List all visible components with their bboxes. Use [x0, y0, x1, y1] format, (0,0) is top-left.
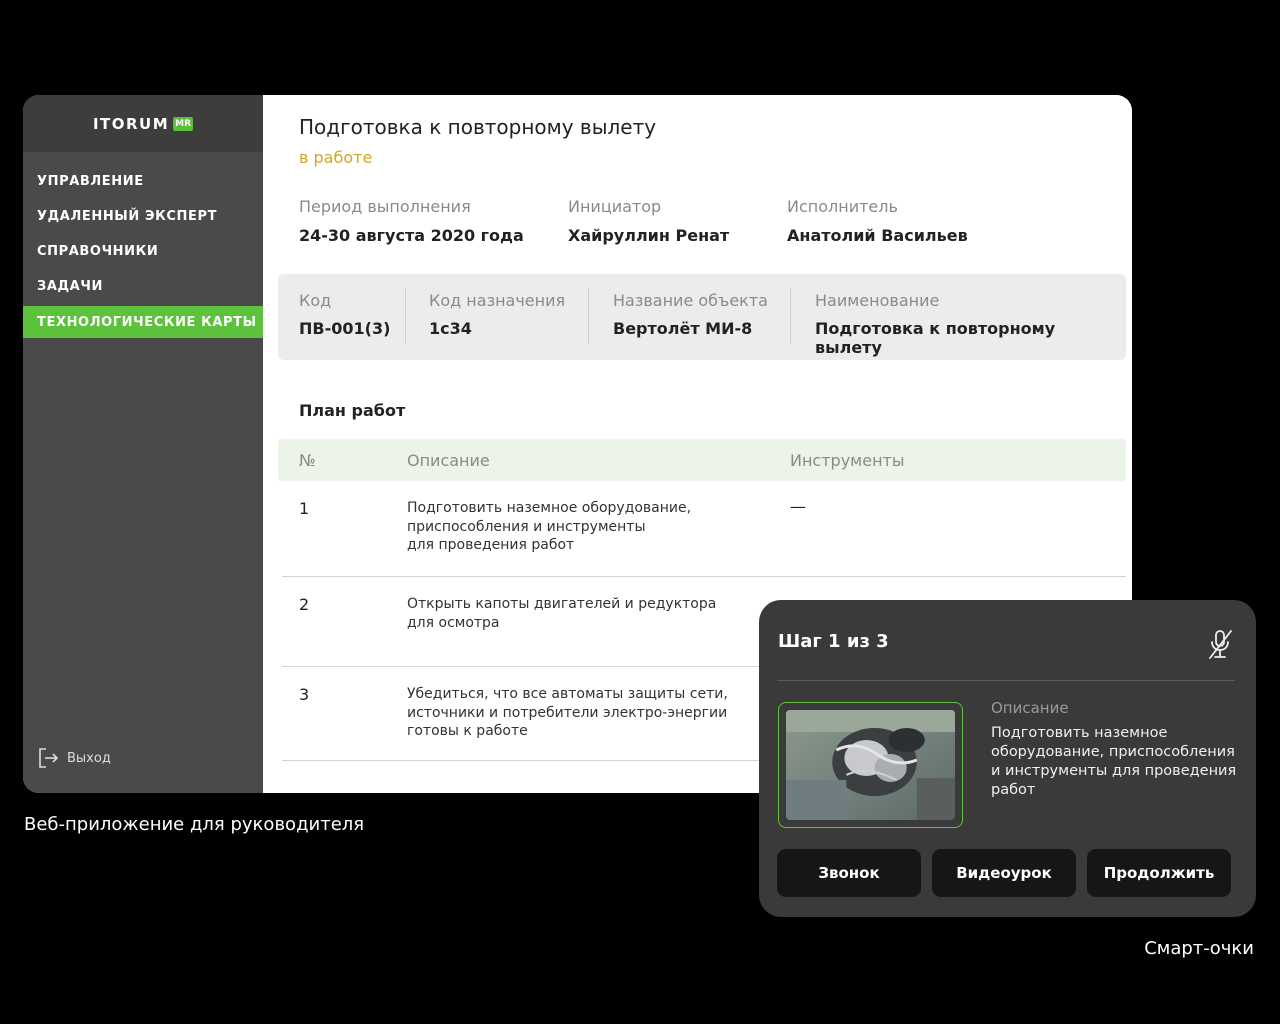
page-title: Подготовка к повторному вылету	[299, 115, 657, 139]
row-desc: Убедиться, что все автоматы защиты сети,…	[407, 686, 728, 739]
initiator-block: Инициатор Хайруллин Ренат	[568, 197, 729, 245]
executor-label: Исполнитель	[787, 197, 898, 216]
initiator-value: Хайруллин Ренат	[568, 226, 730, 245]
sidebar: ITORUM MR УПРАВЛЕНИЕ УДАЛЕННЫЙ ЭКСПЕРТ С…	[23, 95, 263, 793]
codes-panel: Код ПВ-001(3) Код назначения 1с34 Назван…	[278, 274, 1126, 360]
code-cell: Код ПВ-001(3)	[299, 291, 390, 338]
sidebar-item-directories[interactable]: СПРАВОЧНИКИ	[23, 236, 263, 268]
row-tools: —	[790, 497, 806, 516]
sidebar-nav: УПРАВЛЕНИЕ УДАЛЕННЫЙ ЭКСПЕРТ СПРАВОЧНИКИ…	[23, 152, 263, 339]
web-app-caption: Веб-приложение для руководителя	[24, 814, 365, 835]
video-lesson-button[interactable]: Видеоурок	[932, 849, 1076, 897]
description-text: Подготовить наземное оборудование, присп…	[991, 725, 1237, 798]
status-badge: в работе	[299, 148, 373, 167]
header-tools: Инструменты	[790, 451, 905, 470]
sidebar-item-tasks[interactable]: ЗАДАЧИ	[23, 271, 263, 303]
row-num: 3	[299, 685, 310, 704]
logo-text: ITORUM	[92, 114, 170, 133]
row-num: 1	[299, 499, 310, 518]
plan-title: План работ	[299, 401, 406, 420]
logo-badge: MR	[173, 116, 194, 131]
code-value: ПВ-001(3)	[299, 319, 391, 338]
step-thumbnail[interactable]	[778, 702, 963, 828]
description-label: Описание	[991, 699, 1069, 717]
exit-label: Выход	[67, 750, 111, 766]
mic-off-icon[interactable]	[1205, 628, 1235, 660]
purpose-value: 1с34	[429, 319, 472, 338]
header-num: №	[299, 451, 316, 470]
divider	[588, 287, 589, 345]
divider	[777, 680, 1235, 681]
sidebar-item-remote-expert[interactable]: УДАЛЕННЫЙ ЭКСПЕРТ	[23, 200, 263, 232]
engine-photo	[786, 710, 955, 820]
row-num: 2	[299, 595, 310, 614]
divider	[405, 287, 406, 345]
purpose-label: Код назначения	[429, 291, 566, 310]
smart-glasses-caption: Смарт-очки	[1144, 938, 1254, 959]
divider	[790, 287, 791, 345]
name-label: Наименование	[815, 291, 940, 310]
table-header: № Описание Инструменты	[278, 439, 1126, 481]
continue-button[interactable]: Продолжить	[1087, 849, 1231, 897]
executor-block: Исполнитель Анатолий Васильев	[787, 197, 968, 245]
sidebar-item-tech-cards[interactable]: ТЕХНОЛОГИЧЕСКИЕ КАРТЫ	[23, 306, 263, 339]
row-desc: Подготовить наземное оборудование, присп…	[407, 500, 692, 553]
header-desc: Описание	[407, 451, 490, 470]
table-row[interactable]: 1 Подготовить наземное оборудование, при…	[282, 481, 1126, 577]
logo-bar: ITORUM MR	[23, 95, 263, 152]
call-button[interactable]: Звонок	[777, 849, 921, 897]
name-value: Подготовка к повторному вылету	[815, 319, 1056, 357]
exit-button[interactable]: Выход	[36, 746, 111, 770]
logo[interactable]: ITORUM MR	[92, 114, 194, 133]
object-value: Вертолёт МИ-8	[613, 319, 753, 338]
code-label: Код	[299, 291, 332, 310]
logout-icon	[39, 748, 59, 768]
initiator-label: Инициатор	[568, 197, 662, 216]
row-desc: Открыть капоты двигателей и редуктора дл…	[407, 596, 717, 631]
purpose-cell: Код назначения 1с34	[429, 291, 565, 338]
object-cell: Название объекта Вертолёт МИ-8	[613, 291, 768, 338]
period-value: 24-30 августа 2020 года	[299, 226, 524, 245]
period-label: Период выполнения	[299, 197, 471, 216]
executor-value: Анатолий Васильев	[787, 226, 968, 245]
smart-glasses-panel: Шаг 1 из 3 Описание Подготовить наземное…	[759, 600, 1256, 917]
name-cell: Наименование Подготовка к повторному выл…	[815, 291, 1126, 357]
step-title: Шаг 1 из 3	[778, 631, 889, 652]
period-block: Период выполнения 24-30 августа 2020 год…	[299, 197, 524, 245]
object-label: Название объекта	[613, 291, 768, 310]
sidebar-item-management[interactable]: УПРАВЛЕНИЕ	[23, 165, 263, 197]
